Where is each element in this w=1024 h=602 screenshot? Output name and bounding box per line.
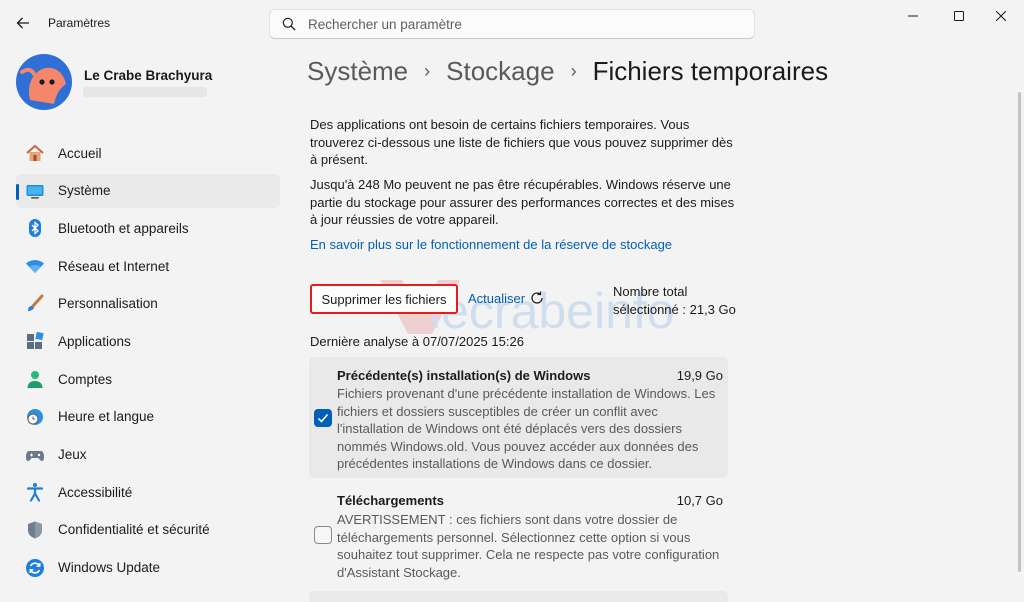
item-size: 10,7 Go	[676, 493, 723, 508]
sidebar-item-confidentialite[interactable]: Confidentialité et sécurité	[16, 513, 280, 547]
back-button[interactable]	[12, 12, 34, 34]
avatar[interactable]	[16, 54, 72, 110]
intro-text: Des applications ont besoin de certains …	[310, 117, 733, 167]
minimize-icon	[908, 15, 918, 17]
sidebar-item-label: Jeux	[58, 447, 87, 462]
sidebar-item-label: Accessibilité	[58, 484, 133, 500]
sidebar-item-accueil[interactable]: Accueil	[16, 136, 280, 170]
search-box[interactable]	[269, 9, 755, 39]
sidebar-item-bluetooth[interactable]: Bluetooth et appareils	[16, 211, 280, 245]
accessibility-icon	[25, 482, 45, 502]
close-button[interactable]	[978, 0, 1024, 32]
system-icon	[25, 181, 45, 201]
checkbox-previous-installations[interactable]	[314, 409, 332, 427]
sidebar-item-heure-langue[interactable]: Heure et langue	[16, 400, 280, 434]
user-name: Le Crabe Brachyura	[84, 68, 213, 83]
close-icon	[996, 11, 1006, 21]
checkbox-downloads[interactable]	[314, 526, 332, 544]
sidebar-item-label: Bluetooth et appareils	[58, 220, 189, 236]
item-description: AVERTISSEMENT : ces fichiers sont dans v…	[337, 512, 720, 580]
sidebar-item-applications[interactable]: Applications	[16, 324, 280, 358]
sidebar-item-label: Applications	[58, 333, 131, 349]
apps-icon	[25, 331, 45, 351]
sidebar-item-jeux[interactable]: Jeux	[16, 438, 280, 472]
scrollbar[interactable]	[1018, 92, 1021, 572]
maximize-button[interactable]	[936, 0, 982, 32]
breadcrumb-stockage[interactable]: Stockage	[446, 56, 554, 87]
page-title: Fichiers temporaires	[592, 56, 829, 86]
sidebar-item-accessibilite[interactable]: Accessibilité	[16, 475, 280, 509]
item-size: 19,9 Go	[676, 368, 723, 383]
list-item[interactable]	[309, 591, 728, 602]
breadcrumb: Système › Stockage › Fichiers temporaire…	[307, 56, 828, 87]
item-title: Précédente(s) installation(s) de Windows	[337, 368, 591, 383]
total-selected: Nombre total sélectionné : 21,3 Go	[613, 283, 736, 319]
sidebar-item-label: Personnalisation	[58, 296, 158, 312]
breadcrumb-systeme[interactable]: Système	[307, 56, 408, 87]
chevron-right-icon: ›	[424, 61, 431, 81]
learn-more-link[interactable]: En savoir plus sur le fonctionnement de …	[310, 237, 672, 252]
sidebar-item-label: Windows Update	[58, 560, 161, 576]
last-scan-text: Dernière analyse à 07/07/2025 15:26	[310, 334, 524, 349]
search-input[interactable]	[308, 16, 728, 32]
sidebar-item-label: Réseau et Internet	[58, 258, 170, 274]
reserve-text: Jusqu'à 248 Mo peuvent ne pas être récup…	[310, 177, 735, 227]
refresh-icon	[529, 290, 545, 306]
brush-icon	[25, 294, 45, 314]
sidebar-item-personnalisation[interactable]: Personnalisation	[16, 287, 280, 321]
sidebar-item-systeme[interactable]: Système	[16, 173, 280, 208]
sidebar-item-label: Confidentialité et sécurité	[58, 522, 210, 538]
update-icon	[25, 558, 45, 578]
shield-icon	[25, 520, 45, 540]
title-bar: Paramètres	[0, 0, 1024, 46]
account-icon	[25, 369, 45, 389]
sidebar-item-windows-update[interactable]: Windows Update	[16, 551, 280, 585]
sidebar-item-label: Accueil	[58, 145, 102, 161]
total-value: sélectionné : 21,3 Go	[613, 302, 736, 317]
gamepad-icon	[25, 445, 45, 465]
checkmark-icon	[317, 413, 329, 423]
list-item[interactable]: Téléchargements 10,7 Go AVERTISSEMENT : …	[309, 483, 728, 585]
delete-files-button[interactable]: Supprimer les fichiers	[310, 284, 458, 314]
item-description: Fichiers provenant d'une précédente inst…	[337, 386, 716, 471]
sidebar-nav: Accueil Système Bluetooth et appareils R…	[16, 136, 280, 588]
wifi-icon	[25, 256, 45, 276]
item-title: Téléchargements	[337, 493, 444, 508]
bluetooth-icon	[25, 218, 45, 238]
maximize-icon	[954, 11, 964, 21]
user-email-redacted	[83, 87, 207, 97]
search-icon	[282, 16, 298, 32]
home-icon	[25, 143, 45, 163]
sidebar-item-label: Heure et langue	[58, 409, 155, 425]
app-title: Paramètres	[48, 16, 111, 30]
list-item[interactable]: Précédente(s) installation(s) de Windows…	[309, 357, 728, 478]
sidebar-item-label: Comptes	[58, 371, 113, 387]
sidebar-item-reseau[interactable]: Réseau et Internet	[16, 249, 280, 283]
refresh-button[interactable]: Actualiser	[468, 290, 545, 306]
back-arrow-icon	[16, 17, 29, 29]
minimize-button[interactable]	[890, 0, 936, 32]
chevron-right-icon: ›	[570, 61, 577, 81]
refresh-label: Actualiser	[468, 290, 526, 306]
sidebar-item-label: Système	[58, 183, 111, 199]
total-label: Nombre total	[613, 284, 688, 299]
sidebar-item-comptes[interactable]: Comptes	[16, 362, 280, 396]
clock-globe-icon	[25, 407, 45, 427]
